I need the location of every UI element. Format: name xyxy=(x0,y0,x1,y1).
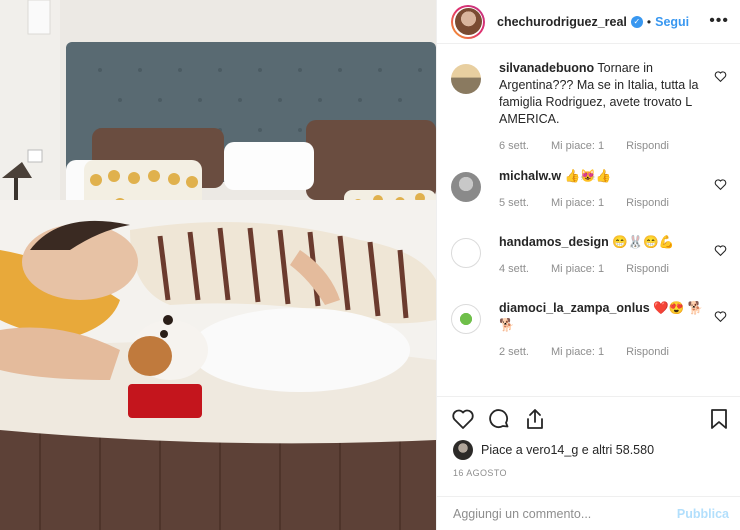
comment-time: 4 sett. xyxy=(499,263,529,275)
post-photo[interactable] xyxy=(0,0,436,530)
add-comment-bar: Pubblica xyxy=(437,496,740,530)
liker-avatar xyxy=(453,440,473,460)
reply-button[interactable]: Rispondi xyxy=(626,197,669,209)
heart-icon[interactable] xyxy=(714,70,727,83)
comment-time: 2 sett. xyxy=(499,346,529,358)
post-details-panel: chechurodriguez_real ✓ • Segui ••• silva… xyxy=(436,0,740,530)
comment-item: handamos_design 😁🐰😁💪 4 sett. Mi piace: 1… xyxy=(437,234,740,300)
post-header: chechurodriguez_real ✓ • Segui ••• xyxy=(437,0,740,44)
reply-button[interactable]: Rispondi xyxy=(626,140,669,152)
author-avatar[interactable] xyxy=(451,4,485,39)
author-username[interactable]: chechurodriguez_real xyxy=(497,15,627,29)
photo-illustration xyxy=(0,0,436,530)
commenter-avatar[interactable] xyxy=(451,64,481,94)
follow-button[interactable]: Segui xyxy=(655,15,689,29)
comment-icon[interactable] xyxy=(487,407,511,431)
comment-likes[interactable]: Mi piace: 1 xyxy=(551,346,604,358)
separator-dot: • xyxy=(646,14,652,29)
comment-item: diamoci_la_zampa_onlus ❤️😍 🐕🐕 2 sett. Mi… xyxy=(437,300,740,384)
commenter-avatar[interactable] xyxy=(451,172,481,202)
likes-text: Piace a vero14_g e altri 58.580 xyxy=(481,443,655,457)
reply-button[interactable]: Rispondi xyxy=(626,346,669,358)
post-actions xyxy=(437,396,740,436)
commenter-avatar[interactable] xyxy=(451,238,481,268)
comment-meta: 5 sett. Mi piace: 1 Rispondi xyxy=(499,197,705,209)
comment-meta: 4 sett. Mi piace: 1 Rispondi xyxy=(499,263,705,275)
comment-time: 5 sett. xyxy=(499,197,529,209)
verified-icon: ✓ xyxy=(630,15,643,28)
publish-button[interactable]: Pubblica xyxy=(677,507,729,521)
comment-text: 👍😻👍 xyxy=(564,169,612,183)
commenter-avatar[interactable] xyxy=(451,304,481,334)
comment-input[interactable] xyxy=(453,506,653,521)
heart-icon[interactable] xyxy=(714,178,727,191)
bookmark-icon[interactable] xyxy=(707,407,731,431)
comment-username[interactable]: handamos_design xyxy=(499,235,609,249)
heart-icon[interactable] xyxy=(451,407,475,431)
comments-list: silvanadebuono Tornare in Argentina??? M… xyxy=(437,60,740,384)
comment-text: 😁🐰😁💪 xyxy=(612,235,675,249)
comment-meta: 6 sett. Mi piace: 1 Rispondi xyxy=(499,140,705,152)
comment-username[interactable]: michalw.w xyxy=(499,169,561,183)
comment-item: michalw.w 👍😻👍 5 sett. Mi piace: 1 Rispon… xyxy=(437,168,740,234)
comment-item: silvanadebuono Tornare in Argentina??? M… xyxy=(437,60,740,168)
more-icon[interactable]: ••• xyxy=(709,12,729,30)
share-icon[interactable] xyxy=(523,407,547,431)
comment-username[interactable]: diamoci_la_zampa_onlus xyxy=(499,301,650,315)
comment-username[interactable]: silvanadebuono xyxy=(499,61,594,75)
comment-likes[interactable]: Mi piace: 1 xyxy=(551,140,604,152)
reply-button[interactable]: Rispondi xyxy=(626,263,669,275)
comment-likes[interactable]: Mi piace: 1 xyxy=(551,197,604,209)
comment-likes[interactable]: Mi piace: 1 xyxy=(551,263,604,275)
heart-icon[interactable] xyxy=(714,244,727,257)
heart-icon[interactable] xyxy=(714,310,727,323)
post-date: 16 AGOSTO xyxy=(453,468,507,478)
comment-meta: 2 sett. Mi piace: 1 Rispondi xyxy=(499,346,705,358)
comment-time: 6 sett. xyxy=(499,140,529,152)
likes-summary[interactable]: Piace a vero14_g e altri 58.580 xyxy=(453,440,654,460)
